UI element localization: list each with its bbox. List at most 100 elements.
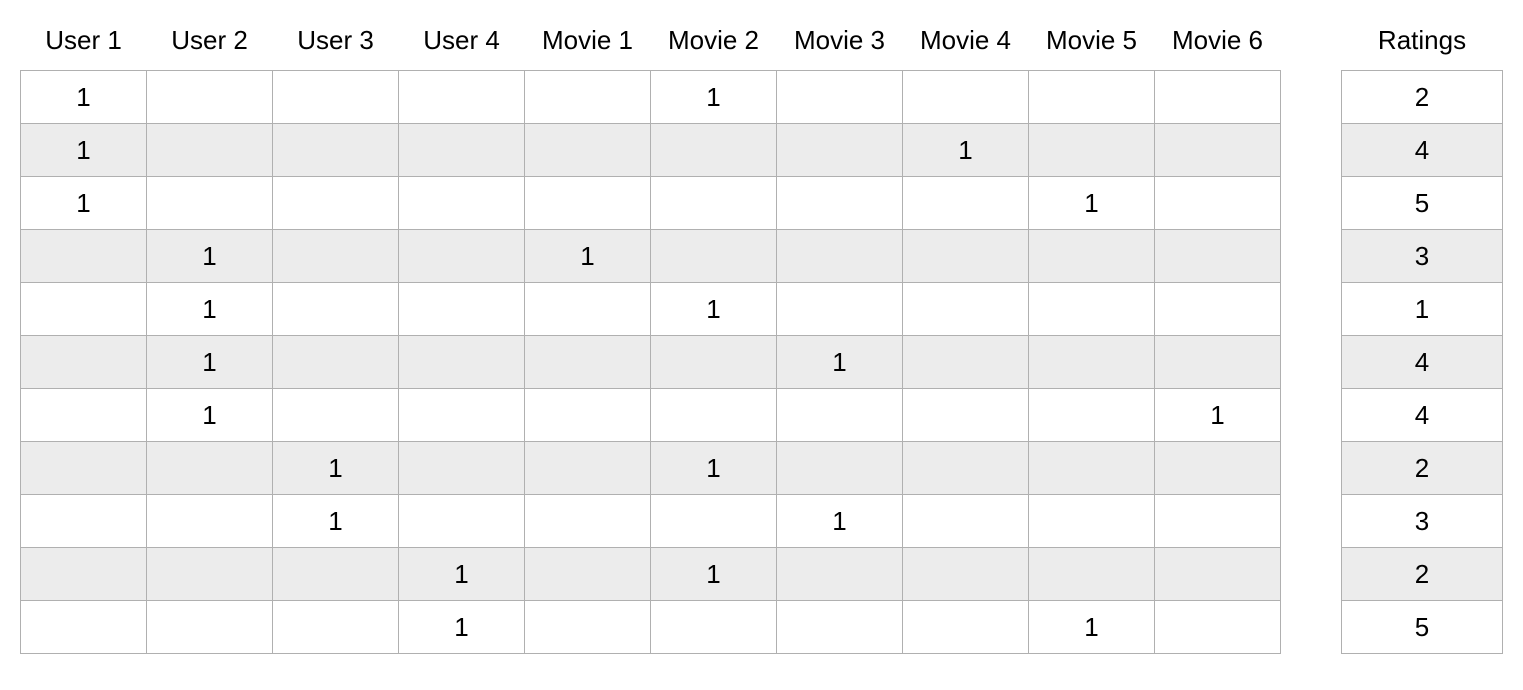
- cell: [525, 442, 651, 495]
- cell: 1: [651, 283, 777, 336]
- cell: [273, 71, 399, 124]
- cell: [399, 230, 525, 283]
- cell: [273, 177, 399, 230]
- cell: [651, 601, 777, 654]
- ratings-tbody: 2 4 5 3 1 4 4 2 3 2 5: [1342, 71, 1503, 654]
- table-row: 2: [1342, 548, 1503, 601]
- cell: [525, 548, 651, 601]
- cell: [147, 548, 273, 601]
- cell: [1029, 548, 1155, 601]
- cell: [777, 442, 903, 495]
- cell: 1: [21, 124, 147, 177]
- cell: [399, 71, 525, 124]
- cell: [273, 230, 399, 283]
- cell: 1: [147, 230, 273, 283]
- cell: [147, 442, 273, 495]
- table-row: 5: [1342, 177, 1503, 230]
- cell: [147, 71, 273, 124]
- cell: [777, 124, 903, 177]
- col-header: Movie 1: [525, 12, 651, 71]
- cell: [1155, 71, 1281, 124]
- cell: 1: [651, 548, 777, 601]
- cell: [1155, 442, 1281, 495]
- rating-cell: 5: [1342, 601, 1503, 654]
- cell: [1029, 495, 1155, 548]
- cell: [903, 442, 1029, 495]
- col-header: User 2: [147, 12, 273, 71]
- cell: [273, 548, 399, 601]
- col-header: Movie 2: [651, 12, 777, 71]
- cell: 1: [903, 124, 1029, 177]
- cell: [777, 389, 903, 442]
- cell: 1: [273, 442, 399, 495]
- cell: [903, 389, 1029, 442]
- cell: [1029, 442, 1155, 495]
- cell: [273, 389, 399, 442]
- cell: [903, 601, 1029, 654]
- col-header: Movie 6: [1155, 12, 1281, 71]
- cell: 1: [651, 71, 777, 124]
- main-tbody: 1 1 1 1: [21, 71, 1281, 654]
- page-container: User 1 User 2 User 3 User 4 Movie 1 Movi…: [0, 0, 1523, 666]
- cell: [273, 601, 399, 654]
- cell: [1029, 124, 1155, 177]
- cell: 1: [399, 548, 525, 601]
- cell: [21, 283, 147, 336]
- table-row: 1 1: [21, 442, 1281, 495]
- rating-cell: 4: [1342, 389, 1503, 442]
- cell: [399, 336, 525, 389]
- cell: [1029, 336, 1155, 389]
- cell: [651, 230, 777, 283]
- cell: [651, 336, 777, 389]
- cell: [1155, 495, 1281, 548]
- table-row: 1 1: [21, 495, 1281, 548]
- cell: 1: [777, 495, 903, 548]
- cell: [777, 283, 903, 336]
- cell: [1155, 177, 1281, 230]
- table-row: 4: [1342, 389, 1503, 442]
- cell: [21, 230, 147, 283]
- cell: [399, 495, 525, 548]
- rating-cell: 3: [1342, 495, 1503, 548]
- main-header-row: User 1 User 2 User 3 User 4 Movie 1 Movi…: [21, 12, 1281, 71]
- cell: [147, 601, 273, 654]
- cell: [21, 601, 147, 654]
- table-row: 1 1: [21, 71, 1281, 124]
- cell: 1: [1155, 389, 1281, 442]
- cell: [525, 601, 651, 654]
- rating-cell: 3: [1342, 230, 1503, 283]
- cell: [1029, 283, 1155, 336]
- col-header: Movie 3: [777, 12, 903, 71]
- cell: [777, 177, 903, 230]
- cell: [651, 495, 777, 548]
- table-row: 1 1: [21, 601, 1281, 654]
- rating-cell: 4: [1342, 124, 1503, 177]
- table-row: 1: [1342, 283, 1503, 336]
- cell: [525, 495, 651, 548]
- cell: [21, 442, 147, 495]
- rating-cell: 5: [1342, 177, 1503, 230]
- cell: [147, 177, 273, 230]
- cell: 1: [651, 442, 777, 495]
- table-row: 1 1: [21, 548, 1281, 601]
- cell: [399, 124, 525, 177]
- cell: [525, 177, 651, 230]
- cell: [399, 283, 525, 336]
- cell: [525, 389, 651, 442]
- cell: 1: [21, 177, 147, 230]
- table-row: 2: [1342, 71, 1503, 124]
- cell: [525, 124, 651, 177]
- cell: [903, 283, 1029, 336]
- rating-cell: 2: [1342, 442, 1503, 495]
- cell: [777, 548, 903, 601]
- rating-cell: 2: [1342, 548, 1503, 601]
- table-row: 3: [1342, 495, 1503, 548]
- cell: 1: [147, 389, 273, 442]
- cell: 1: [1029, 177, 1155, 230]
- ratings-header-row: Ratings: [1342, 12, 1503, 71]
- table-row: 4: [1342, 124, 1503, 177]
- cell: [147, 124, 273, 177]
- cell: [399, 389, 525, 442]
- cell: [147, 495, 273, 548]
- cell: [399, 177, 525, 230]
